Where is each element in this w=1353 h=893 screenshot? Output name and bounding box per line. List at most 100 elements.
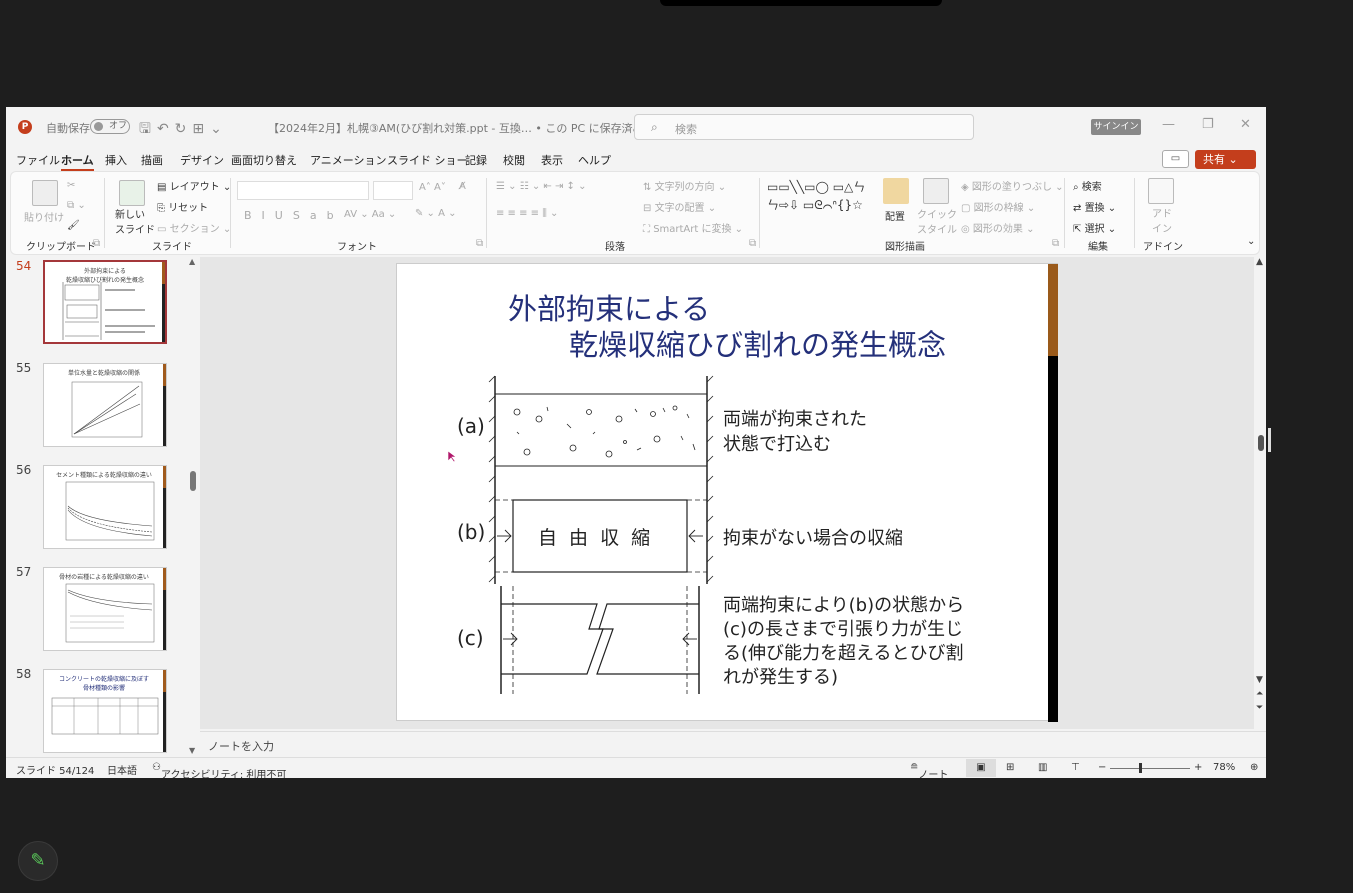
new-slide-label[interactable]: 新しい スライド (115, 206, 155, 236)
slide-thumbnail-57[interactable]: 骨材の岩種による乾燥収縮の違い (43, 567, 167, 651)
shape-effect-button[interactable]: ◎ 図形の効果 ⌄ (961, 220, 1034, 235)
tab-slideshow[interactable]: スライド ショー (387, 152, 468, 168)
zoom-out-button[interactable]: − (1098, 762, 1106, 773)
autosave-toggle[interactable]: オフ (90, 119, 130, 134)
slide-thumbnail-55[interactable]: 単位水量と乾燥収縮の関係 (43, 363, 167, 447)
tab-home[interactable]: ホーム (61, 152, 94, 171)
scroll-down-icon[interactable]: ▼ (1256, 675, 1263, 685)
present-icon[interactable]: ⊞ (192, 121, 210, 137)
undo-icon[interactable]: ↶ (157, 121, 175, 137)
slide-scrollbar[interactable]: ▲ ▼ ⏶ ⏷ (1256, 257, 1266, 717)
paragraph-launcher-icon[interactable]: ⧉ (749, 238, 756, 249)
document-title[interactable]: 【2024年2月】札幌③AM(ひび割れ対策.ppt - 互換… • この PC … (268, 120, 656, 136)
new-slide-icon[interactable] (119, 180, 145, 206)
previous-slide-icon[interactable]: ⏶ (1256, 689, 1263, 699)
addins-icon[interactable] (1148, 178, 1174, 204)
layout-button[interactable]: ▤ レイアウト ⌄ (157, 178, 231, 193)
clear-format-icon[interactable]: A̸ (459, 181, 466, 192)
shape-fill-button[interactable]: ◈ 図形の塗りつぶし ⌄ (961, 178, 1064, 193)
zoom-in-button[interactable]: + (1194, 762, 1202, 773)
customize-icon[interactable]: ⌄ (210, 121, 228, 137)
slide-thumbnail-58[interactable]: コンクリートの乾燥収縮に及ぼす 骨材種類の影響 (43, 669, 167, 753)
slideshow-icon[interactable]: ⊤ (1071, 762, 1080, 773)
reading-view-icon[interactable]: ▥ (1038, 762, 1047, 773)
section-button[interactable]: ▭ セクション ⌄ (157, 220, 231, 235)
scroll-up-icon[interactable]: ▲ (1256, 257, 1263, 267)
resize-handle[interactable] (1268, 428, 1271, 452)
current-slide[interactable]: 外部拘束による 乾燥収縮ひび割れの発生概念 (a) (b) (c) 自 由 収 … (396, 263, 1058, 722)
fit-slide-icon[interactable]: ⊕ (1250, 762, 1258, 773)
scroll-up-icon[interactable]: ▲ (189, 257, 195, 266)
addins-label[interactable]: アド イン (1152, 205, 1172, 235)
font-size-input[interactable] (373, 181, 413, 200)
slide-thumbnail-56[interactable]: セメント種類による乾燥収縮の違い (43, 465, 167, 549)
arrange-icon[interactable] (883, 178, 909, 204)
scroll-down-icon[interactable]: ▼ (189, 746, 195, 755)
tab-view[interactable]: 表示 (541, 152, 563, 168)
text-direction-button[interactable]: ⇅ 文字列の方向 ⌄ (643, 178, 726, 193)
arrange-label[interactable]: 配置 (885, 208, 905, 223)
bullets-icon[interactable]: ☰ ⌄ ☷ ⌄ ⇤ ⇥ ↕ ⌄ (496, 181, 586, 192)
comment-button[interactable]: ▭ (1162, 150, 1189, 168)
find-button[interactable]: ⌕ 検索 (1073, 178, 1102, 193)
close-icon[interactable]: ✕ (1240, 117, 1251, 132)
normal-view-icon[interactable]: ▣ (966, 759, 996, 777)
tab-insert[interactable]: 挿入 (105, 152, 127, 168)
pen-tool-button[interactable]: ✎ (18, 841, 58, 881)
signin-button[interactable]: サインイン (1091, 119, 1141, 135)
thumbnail-scrollbar[interactable]: ▲ ▼ (189, 257, 197, 757)
shape-outline-button[interactable]: ▢ 図形の枠線 ⌄ (961, 199, 1035, 214)
font-launcher-icon[interactable]: ⧉ (476, 238, 483, 249)
highlight-icon[interactable]: ✎ ⌄ A ⌄ (415, 208, 457, 219)
format-painter-icon[interactable]: 🖌 (67, 220, 80, 231)
zoom-level[interactable]: 78% (1213, 762, 1235, 773)
tab-design[interactable]: デザイン (180, 152, 224, 168)
tab-review[interactable]: 校閲 (503, 152, 525, 168)
notes-pane[interactable]: ノートを入力 (200, 731, 1266, 755)
slide-count[interactable]: スライド 54/124 (16, 762, 94, 777)
select-button[interactable]: ⇱ 選択 ⌄ (1073, 220, 1116, 235)
tab-file[interactable]: ファイル (16, 152, 60, 168)
drawing-launcher-icon[interactable]: ⧉ (1052, 238, 1059, 249)
font-style-buttons[interactable]: BIUSab (244, 209, 344, 222)
quick-style-icon[interactable] (923, 178, 949, 204)
replace-button[interactable]: ⇄ 置換 ⌄ (1073, 199, 1116, 214)
accessibility-status[interactable]: ⚇ アクセシビリティ: 利用不可 (152, 762, 286, 778)
copy-icon[interactable]: ⧉ ⌄ (67, 200, 86, 211)
tab-help[interactable]: ヘルプ (578, 152, 611, 168)
paste-icon[interactable] (32, 180, 58, 206)
zoom-slider-thumb[interactable] (1139, 763, 1142, 773)
smartart-button[interactable]: ⛶ SmartArt に変換 ⌄ (643, 220, 743, 235)
scrollbar-thumb[interactable] (1258, 435, 1264, 451)
share-button[interactable]: 共有 ⌄ (1195, 150, 1256, 169)
tab-transitions[interactable]: 画面切り替え (231, 152, 297, 168)
redo-icon[interactable]: ↻ (175, 121, 193, 137)
font-grow-icon[interactable]: A˄ A˅ (419, 182, 446, 193)
language[interactable]: 日本語 (107, 762, 137, 777)
slide-thumbnail-54[interactable]: 外部拘束による 乾燥収縮ひび割れの発生概念 (43, 260, 167, 344)
font-name-input[interactable] (237, 181, 369, 200)
restore-icon[interactable]: ❐ (1202, 117, 1214, 132)
scrollbar-thumb[interactable] (190, 471, 196, 491)
save-icon[interactable]: 🖫 (139, 121, 157, 137)
search-box[interactable]: ⌕ 検索 (634, 114, 974, 140)
overlay-top-bar (660, 0, 942, 6)
shapes-gallery[interactable]: ▭▭╲╲▭◯ ▭△ㄣㄣ⇨⇩ ▭ᘓ⌒ᐢ{}☆ (767, 178, 871, 214)
char-spacing-icon[interactable]: AV ⌄ Aa ⌄ (344, 209, 396, 220)
align-icons[interactable]: ≡ ≡ ≡ ≡ ⫼ ⌄ (496, 208, 558, 219)
quick-style-label[interactable]: クイック スタイル (917, 206, 957, 236)
cut-icon[interactable]: ✂ (67, 180, 75, 191)
ribbon-collapse-icon[interactable]: ⌄ (1247, 236, 1255, 247)
notes-button[interactable]: ≘ ノート (910, 762, 948, 778)
reset-button[interactable]: ⎘ リセット (157, 199, 208, 214)
tab-draw[interactable]: 描画 (141, 152, 163, 168)
slide-sorter-icon[interactable]: ⊞ (1006, 762, 1014, 773)
minimize-icon[interactable]: — (1162, 117, 1175, 132)
tab-record[interactable]: 記録 (465, 152, 487, 168)
next-slide-icon[interactable]: ⏷ (1256, 703, 1263, 713)
tab-animations[interactable]: アニメーション (310, 152, 387, 168)
zoom-slider-track[interactable] (1110, 768, 1190, 769)
text-align-button[interactable]: ⊟ 文字の配置 ⌄ (643, 199, 716, 214)
paste-label[interactable]: 貼り付け (24, 209, 64, 224)
clipboard-launcher-icon[interactable]: ⧉ (93, 238, 100, 249)
